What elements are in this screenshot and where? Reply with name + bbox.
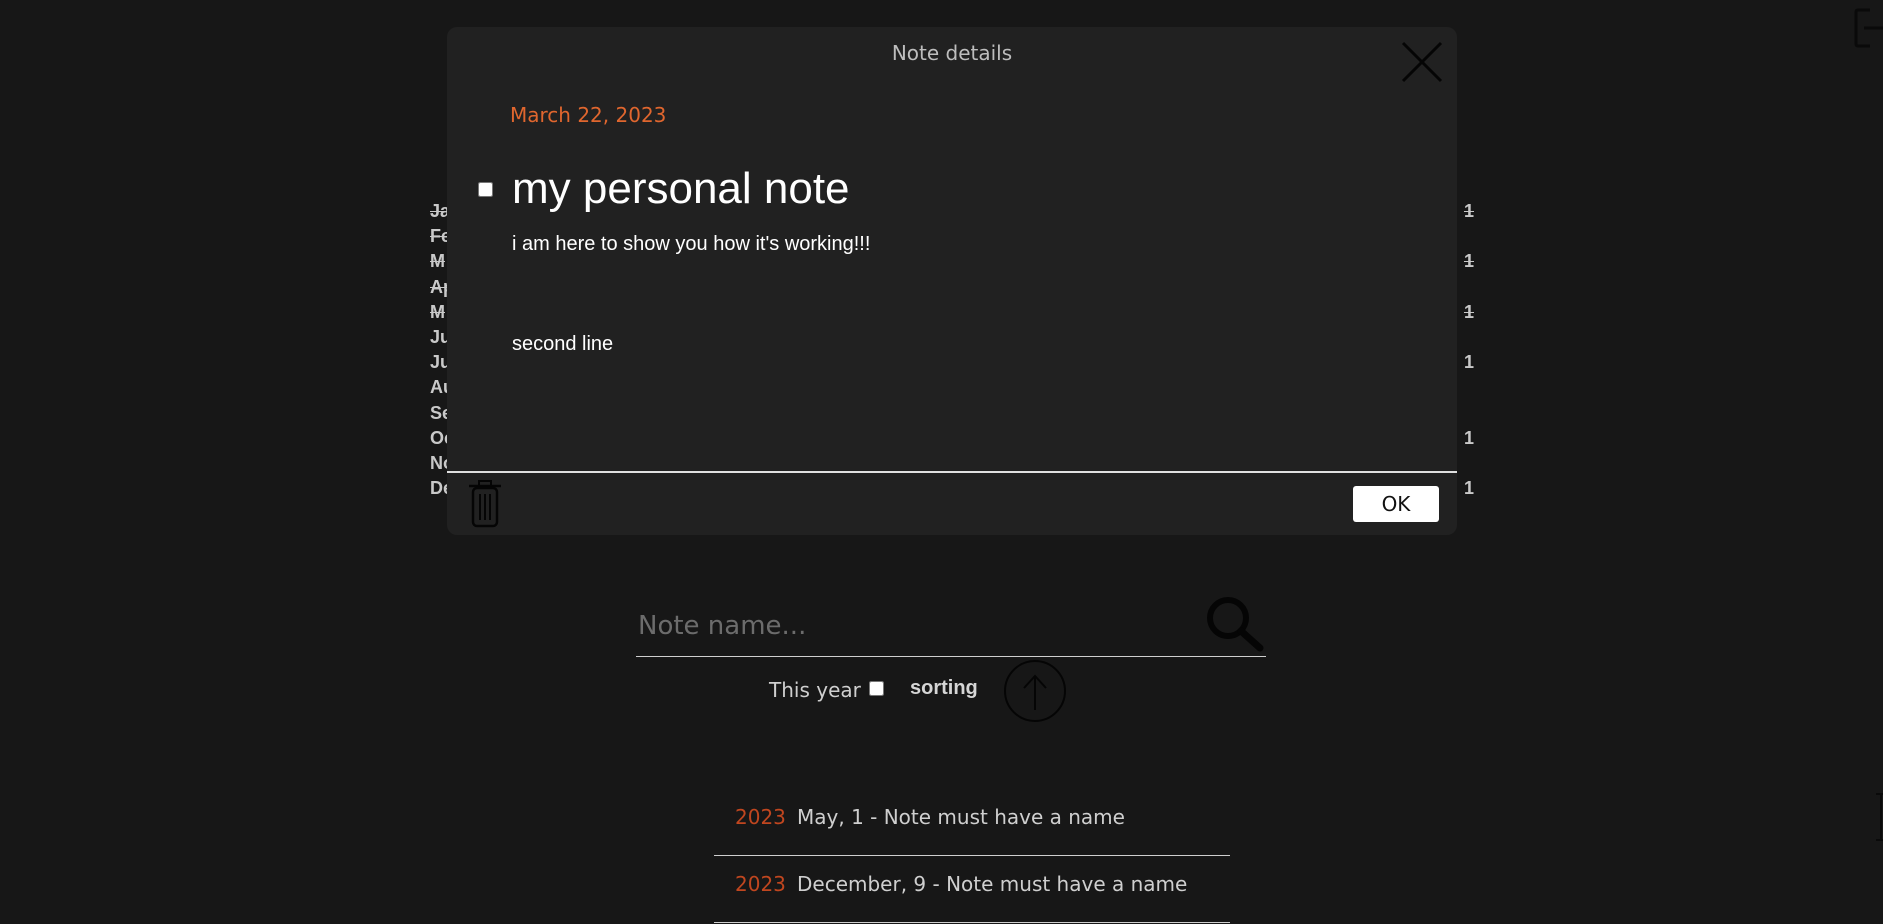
note-body-line: i am here to show you how it's working!!… bbox=[512, 233, 871, 255]
month-name: M bbox=[430, 251, 445, 272]
note-title[interactable]: my personal note bbox=[512, 164, 850, 214]
note-done-checkbox[interactable] bbox=[478, 182, 493, 197]
filter-row: This year sorting bbox=[769, 660, 1069, 722]
modal-divider bbox=[447, 471, 1457, 473]
month-count: 1 bbox=[1463, 301, 1474, 322]
note-body-line: second line bbox=[512, 333, 614, 355]
note-text: May, 1 - Note must have a name bbox=[797, 805, 1125, 829]
month-name: M bbox=[430, 301, 445, 322]
arrow-up-icon bbox=[1023, 674, 1047, 710]
note-year: 2023 bbox=[735, 805, 786, 829]
this-year-checkbox[interactable] bbox=[869, 681, 884, 696]
month-count: 1 bbox=[1463, 427, 1474, 448]
close-icon bbox=[1401, 41, 1443, 83]
notes-list: 2023 May, 1 - Note must have a name 2023 De… bbox=[714, 790, 1230, 924]
month-count: 1 bbox=[1463, 251, 1474, 272]
close-button[interactable] bbox=[1399, 39, 1445, 85]
month-count: 1 bbox=[1463, 352, 1474, 373]
note-list-item[interactable]: 2023 December, 9 - Note must have a name bbox=[714, 857, 1230, 923]
exit-icon[interactable] bbox=[1852, 6, 1883, 50]
modal-title: Note details bbox=[891, 41, 1013, 65]
ok-button[interactable]: OK bbox=[1353, 486, 1439, 522]
note-date: March 22, 2023 bbox=[510, 103, 667, 127]
sort-direction-button[interactable] bbox=[1004, 660, 1066, 722]
search-icon[interactable] bbox=[1204, 596, 1264, 652]
note-year: 2023 bbox=[735, 872, 786, 896]
note-details-modal: Note details March 22, 2023 my personal … bbox=[447, 27, 1457, 535]
search-input[interactable] bbox=[636, 604, 1200, 648]
month-count: 1 bbox=[1463, 201, 1474, 221]
trash-icon bbox=[469, 480, 501, 528]
note-body[interactable]: i am here to show you how it's working!!… bbox=[512, 233, 870, 433]
note-text: December, 9 - Note must have a name bbox=[797, 872, 1188, 896]
sorting-label: sorting bbox=[910, 677, 978, 699]
this-year-label: This year bbox=[769, 678, 861, 702]
note-list-item[interactable]: 2023 May, 1 - Note must have a name bbox=[714, 790, 1230, 856]
month-count: 1 bbox=[1463, 478, 1474, 499]
search-box bbox=[636, 596, 1266, 657]
text-cursor-icon bbox=[1876, 793, 1883, 841]
delete-note-button[interactable] bbox=[465, 479, 505, 529]
